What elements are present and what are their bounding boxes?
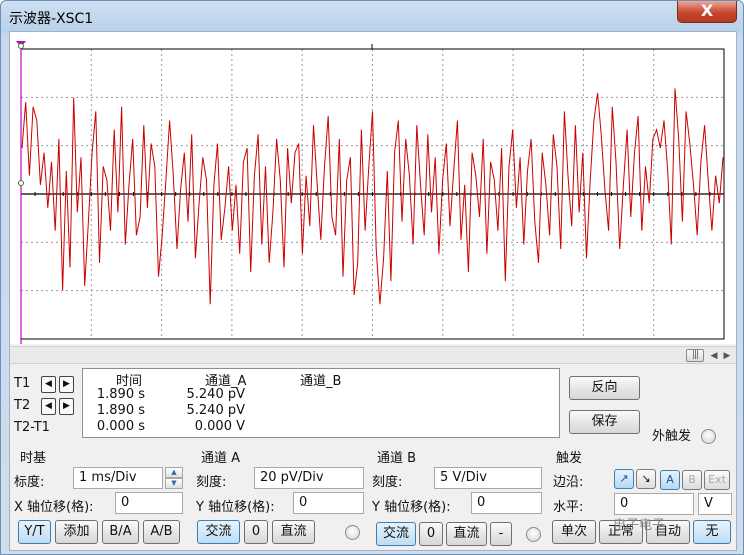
scroll-left-icon[interactable]: ◀	[708, 350, 720, 362]
channel-a-group: 通道 A 刻度: 20 pV/Div Y 轴位移(格): 0 交流 0 直流	[190, 442, 368, 552]
save-button[interactable]: 保存	[569, 410, 640, 434]
source-b-button[interactable]: B	[682, 470, 702, 490]
row1-channel-a: 5.240 pV	[186, 387, 246, 402]
channel-a-ypos-label: Y 轴位移(格):	[196, 500, 275, 515]
row3-channel-a: 0.000 V	[194, 419, 245, 434]
channel-a-zero-button[interactable]: 0	[244, 520, 268, 544]
source-a-button[interactable]: A	[660, 470, 680, 490]
rising-edge-icon[interactable]: ↗	[614, 469, 634, 489]
t2-right-button[interactable]: ▶	[59, 398, 74, 415]
channel-b-group: 通道 B 刻度: 5 V/Div Y 轴位移(格): 0 交流 0 直流 -	[368, 442, 546, 552]
horizontal-scrollbar[interactable]: ||| ◀ ▶	[10, 346, 736, 364]
channel-b-scale-label: 刻度:	[372, 475, 403, 490]
channel-b-radio[interactable]	[526, 527, 541, 542]
source-ext-button[interactable]: Ext	[704, 470, 730, 490]
oscilloscope-panel: ||| ◀ ▶ T1 ◀ ▶ T2 ◀ ▶ T2-T1 时间 通道_A 通道_B…	[9, 31, 737, 551]
scroll-right-icon[interactable]: ▶	[721, 350, 733, 362]
row2-time: 1.890 s	[96, 403, 145, 418]
mode-ba-button[interactable]: B/A	[102, 520, 139, 544]
single-mode-button[interactable]: 单次	[552, 520, 596, 544]
spin-up-icon[interactable]: ▲	[165, 467, 183, 478]
reverse-button[interactable]: 反向	[569, 376, 640, 400]
channel-b-ac-button[interactable]: 交流	[376, 522, 416, 546]
spin-down-icon[interactable]: ▼	[165, 478, 183, 489]
title-bar[interactable]: 示波器-XSC1 X	[1, 1, 743, 31]
channel-a-scale-field[interactable]: 20 pV/Div	[254, 467, 364, 489]
t2-left-button[interactable]: ◀	[41, 398, 56, 415]
x-position-field[interactable]: 0	[115, 492, 183, 514]
mode-add-button[interactable]: 添加	[55, 520, 98, 544]
x-position-label: X 轴位移(格):	[14, 500, 94, 515]
t1-right-button[interactable]: ▶	[59, 376, 74, 393]
trigger-level-label: 水平:	[553, 500, 584, 515]
channel-a-dc-button[interactable]: 直流	[272, 520, 315, 544]
t1-label: T1	[14, 376, 31, 391]
channel-a-scale-label: 刻度:	[196, 475, 227, 490]
trigger-title: 触发	[556, 451, 583, 466]
t1-left-button[interactable]: ◀	[41, 376, 56, 393]
channel-a-ac-button[interactable]: 交流	[197, 520, 240, 544]
trigger-marker-icon	[18, 43, 24, 49]
scrollbar-thumb[interactable]: |||	[686, 349, 704, 362]
channel-b-ypos-field[interactable]: 0	[471, 492, 542, 514]
row3-time: 0.000 s	[96, 419, 145, 434]
timebase-scale-spinner[interactable]: ▲ ▼	[165, 467, 183, 489]
window-title: 示波器-XSC1	[9, 11, 94, 27]
watermark-text: 电子电子	[613, 518, 666, 533]
scope-display[interactable]	[10, 32, 736, 344]
mode-yt-button[interactable]: Y/T	[18, 520, 51, 544]
measurement-readout: 时间 通道_A 通道_B 1.890 s 5.240 pV 1.890 s 5.…	[82, 368, 560, 438]
close-button[interactable]: X	[677, 1, 737, 23]
timebase-title: 时基	[20, 451, 47, 466]
falling-edge-icon[interactable]: ↘	[636, 469, 656, 489]
scope-canvas[interactable]	[10, 32, 736, 344]
channel-b-minus-button[interactable]: -	[490, 522, 512, 546]
channel-b-ypos-label: Y 轴位移(格):	[372, 500, 451, 515]
trigger-level-unit[interactable]: V	[698, 493, 732, 515]
oscilloscope-window: 示波器-XSC1 X ||| ◀ ▶ T1 ◀ ▶ T2 ◀ ▶ T2-T1 时…	[0, 0, 744, 555]
watermark: 电子电子	[613, 514, 733, 540]
channel-a-offset-icon	[18, 180, 24, 186]
channel-b-zero-button[interactable]: 0	[419, 522, 443, 546]
timebase-scale-label: 标度:	[14, 475, 45, 490]
header-channel-b: 通道_B	[300, 374, 342, 389]
channel-b-scale-field[interactable]: 5 V/Div	[434, 467, 542, 489]
channel-a-radio[interactable]	[345, 525, 360, 540]
channel-b-title: 通道 B	[377, 451, 417, 466]
mode-ab-button[interactable]: A/B	[143, 520, 180, 544]
row1-time: 1.890 s	[96, 387, 145, 402]
trigger-level-field[interactable]: 0	[614, 493, 694, 515]
timebase-scale-field[interactable]: 1 ms/Div	[73, 467, 163, 489]
timebase-group: 时基 标度: 1 ms/Div ▲ ▼ X 轴位移(格): 0 Y/T 添加 B…	[10, 442, 190, 552]
channel-a-ypos-field[interactable]: 0	[293, 492, 364, 514]
t2-t1-label: T2-T1	[14, 420, 50, 435]
channel-a-title: 通道 A	[201, 451, 241, 466]
t2-label: T2	[14, 398, 31, 413]
trigger-edge-label: 边沿:	[553, 475, 584, 490]
row2-channel-a: 5.240 pV	[186, 403, 246, 418]
channel-b-dc-button[interactable]: 直流	[446, 522, 487, 546]
